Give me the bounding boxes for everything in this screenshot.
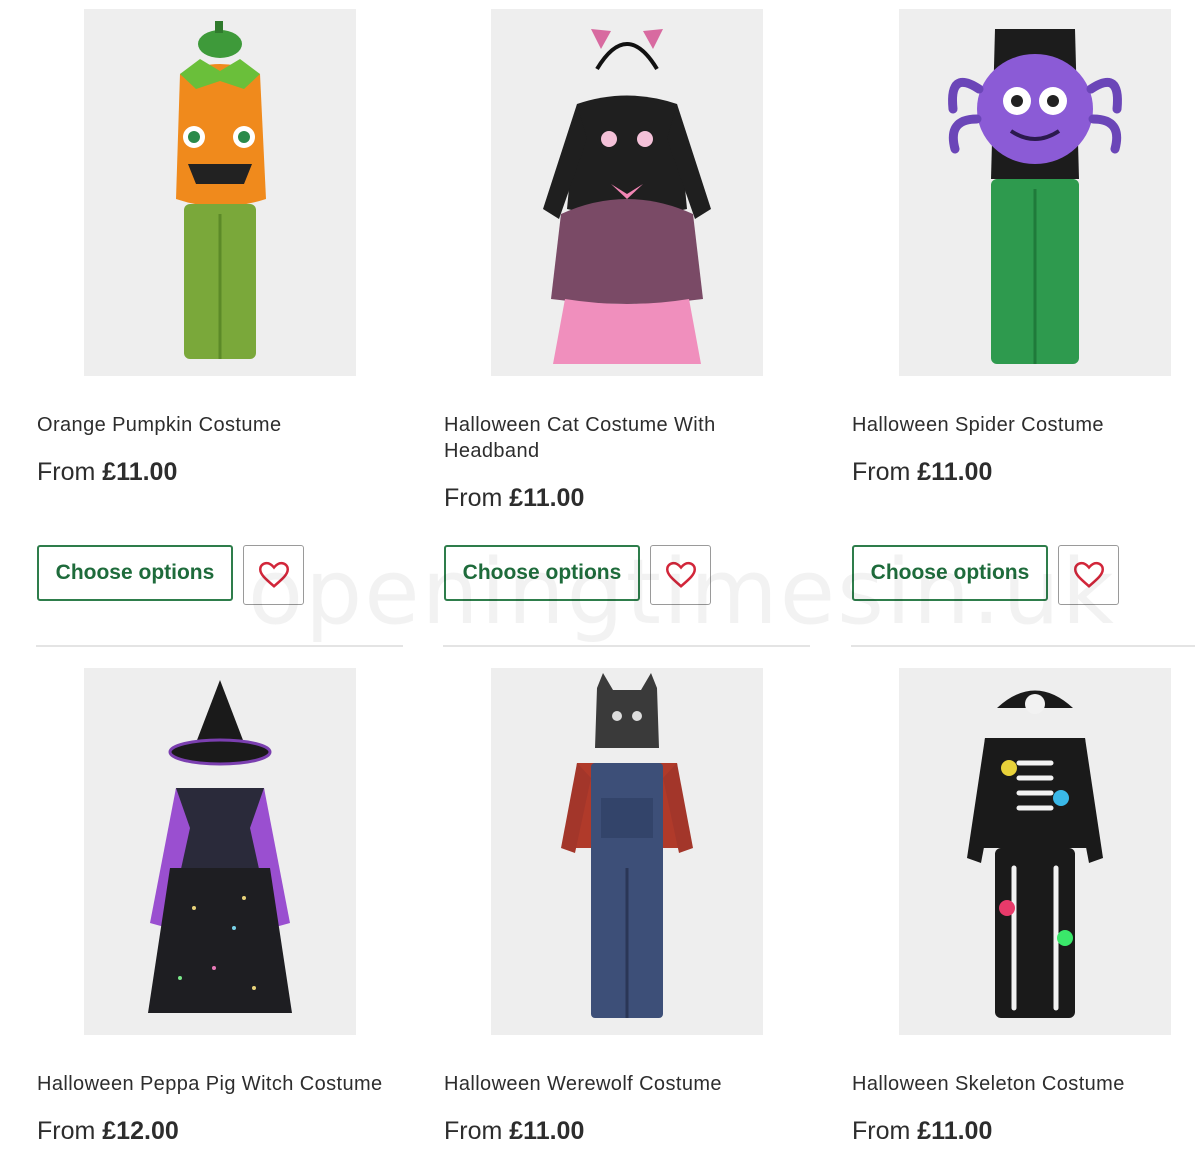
price-prefix: From: [444, 484, 503, 512]
divider: [36, 645, 403, 647]
divider: [443, 645, 810, 647]
heart-icon: [258, 561, 289, 588]
price-prefix: From: [37, 458, 96, 486]
witch-costume-illustration: [84, 668, 356, 1035]
cat-costume-illustration: [491, 9, 763, 376]
price-prefix: From: [444, 1117, 503, 1145]
product-image-cat[interactable]: [491, 9, 763, 376]
divider: [851, 645, 1195, 647]
product-price: From £11.00: [37, 458, 177, 487]
product-image-spider[interactable]: [899, 9, 1171, 376]
price-amount: £11.00: [509, 1117, 585, 1145]
product-card: Halloween Werewolf Costume From £11.00: [444, 668, 811, 1168]
product-image-pumpkin[interactable]: [84, 9, 356, 376]
product-price: From £11.00: [852, 458, 992, 487]
price-amount: £11.00: [509, 484, 585, 512]
product-title[interactable]: Halloween Cat Costume With Headband: [444, 412, 744, 464]
product-card: Orange Pumpkin Costume From £11.00 Choos…: [37, 9, 404, 609]
choose-options-button[interactable]: Choose options: [852, 545, 1048, 601]
product-title[interactable]: Halloween Peppa Pig Witch Costume: [37, 1071, 397, 1097]
product-title[interactable]: Halloween Skeleton Costume: [852, 1071, 1195, 1097]
spider-costume-illustration: [899, 9, 1171, 376]
product-price: From £11.00: [444, 484, 584, 513]
price-amount: £12.00: [102, 1117, 179, 1145]
product-title[interactable]: Halloween Spider Costume: [852, 412, 1195, 438]
product-price: From £11.00: [852, 1117, 992, 1146]
choose-options-button[interactable]: Choose options: [444, 545, 640, 601]
product-card: Halloween Peppa Pig Witch Costume From £…: [37, 668, 404, 1168]
product-card: Halloween Skeleton Costume From £11.00: [852, 668, 1195, 1168]
product-title[interactable]: Halloween Werewolf Costume: [444, 1071, 804, 1097]
price-amount: £11.00: [917, 458, 993, 486]
price-amount: £11.00: [917, 1117, 993, 1145]
favourite-button[interactable]: [650, 545, 711, 605]
product-image-witch[interactable]: [84, 668, 356, 1035]
product-card: Halloween Cat Costume With Headband From…: [444, 9, 811, 609]
heart-icon: [1073, 561, 1104, 588]
product-image-skeleton[interactable]: [899, 668, 1171, 1035]
product-image-werewolf[interactable]: [491, 668, 763, 1035]
favourite-button[interactable]: [243, 545, 304, 605]
werewolf-costume-illustration: [491, 668, 763, 1035]
product-price: From £12.00: [37, 1117, 179, 1146]
product-card: Halloween Spider Costume From £11.00 Cho…: [852, 9, 1195, 609]
heart-icon: [665, 561, 696, 588]
price-prefix: From: [37, 1117, 96, 1145]
skeleton-costume-illustration: [899, 668, 1171, 1035]
pumpkin-costume-illustration: [84, 9, 356, 376]
price-prefix: From: [852, 458, 911, 486]
price-prefix: From: [852, 1117, 911, 1145]
choose-options-button[interactable]: Choose options: [37, 545, 233, 601]
product-price: From £11.00: [444, 1117, 584, 1146]
price-amount: £11.00: [102, 458, 178, 486]
product-title[interactable]: Orange Pumpkin Costume: [37, 412, 397, 438]
favourite-button[interactable]: [1058, 545, 1119, 605]
